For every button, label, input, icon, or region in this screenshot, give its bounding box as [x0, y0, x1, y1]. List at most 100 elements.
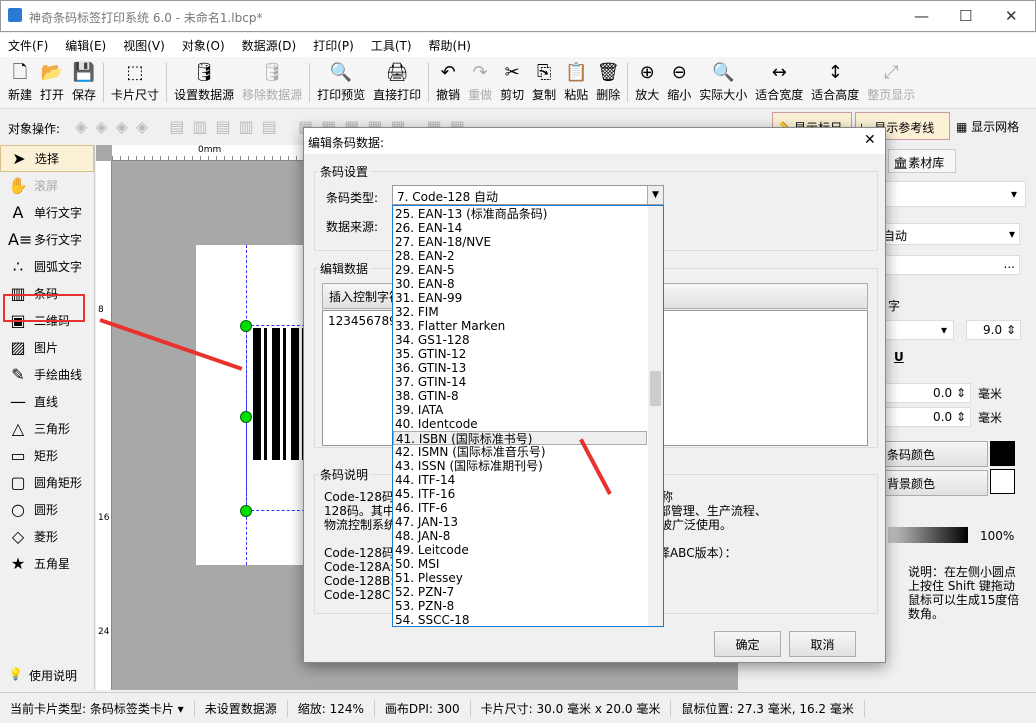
tool-item[interactable]: ▭矩形 — [0, 442, 94, 469]
dropdown-option[interactable]: 52. PZN-7 — [393, 585, 647, 599]
toolbar-button[interactable]: ⤢整页显示 — [863, 57, 919, 109]
toolbar-button[interactable]: ↷重做 — [464, 57, 496, 109]
background-color-swatch[interactable] — [990, 469, 1015, 494]
scrollbar-thumb[interactable] — [650, 371, 661, 406]
opacity-slider[interactable] — [888, 527, 968, 543]
toolbar-button[interactable]: 🔍实际大小 — [695, 57, 751, 109]
ok-button[interactable]: 确定 — [714, 631, 781, 657]
toolbar-button[interactable]: ↶撤销 — [432, 57, 464, 109]
close-button[interactable]: ✕ — [1005, 7, 1018, 25]
tab-material-library[interactable]: 🏛素材库 — [888, 149, 956, 173]
dropdown-option[interactable]: 40. Identcode — [393, 417, 647, 431]
toolbar-button[interactable]: 🛢设置数据源 — [170, 57, 238, 109]
tool-item[interactable]: ∴圆弧文字 — [0, 253, 94, 280]
underline-button[interactable]: U — [894, 350, 904, 364]
menu-item[interactable]: 文件(F) — [8, 37, 48, 54]
dropdown-option[interactable]: 48. JAN-8 — [393, 529, 647, 543]
barcode-color-swatch[interactable] — [990, 441, 1015, 466]
toolbar-button[interactable]: 🖨直接打印 — [369, 57, 425, 109]
background-color-button[interactable]: 背景颜色 — [878, 470, 988, 496]
card-type-select[interactable]: 当前卡片类型: 条码标签类卡片 ▾ — [0, 700, 195, 717]
tool-item[interactable]: △三角形 — [0, 415, 94, 442]
dropdown-option[interactable]: 51. Plessey — [393, 571, 647, 585]
y-offset-spinner[interactable]: 0.0 ⇕ — [878, 407, 971, 427]
dropdown-option[interactable]: 46. ITF-6 — [393, 501, 647, 515]
minimize-button[interactable]: — — [914, 7, 929, 25]
toolbar-button[interactable]: 🔍打印预览 — [313, 57, 369, 109]
toolbar-button[interactable]: ⬚卡片尺寸 — [107, 57, 163, 109]
dropdown-option[interactable]: 26. EAN-14 — [393, 221, 647, 235]
maximize-button[interactable]: ☐ — [959, 7, 972, 25]
toolbar-button[interactable]: 💾保存 — [68, 57, 100, 109]
dropdown-option[interactable]: 36. GTIN-13 — [393, 361, 647, 375]
barcode-type-select[interactable]: 7. Code-128 自动▼ — [392, 185, 664, 205]
menu-item[interactable]: 帮助(H) — [429, 37, 471, 54]
dropdown-option[interactable]: 49. Leitcode — [393, 543, 647, 557]
tool-item[interactable]: ▨图片 — [0, 334, 94, 361]
toolbar-button[interactable]: 🗋新建 — [4, 57, 36, 109]
toolbar-button[interactable]: ↕适合高度 — [807, 57, 863, 109]
dropdown-option[interactable]: 41. ISBN (国际标准书号) — [393, 431, 647, 445]
dialog-close-button[interactable]: ✕ — [864, 132, 876, 148]
tool-item[interactable]: A≡多行文字 — [0, 226, 94, 253]
toolbar-button[interactable]: ↔适合宽度 — [751, 57, 807, 109]
tool-item[interactable]: ✋滚屏 — [0, 172, 94, 199]
resize-handle[interactable] — [240, 411, 252, 423]
x-offset-spinner[interactable]: 0.0 ⇕ — [878, 383, 971, 403]
toolbar-button[interactable]: 📂打开 — [36, 57, 68, 109]
menu-item[interactable]: 对象(O) — [182, 37, 225, 54]
menu-item[interactable]: 数据源(D) — [242, 37, 297, 54]
dropdown-option[interactable]: 37. GTIN-14 — [393, 375, 647, 389]
tool-item[interactable]: A单行文字 — [0, 199, 94, 226]
dropdown-option[interactable]: 28. EAN-2 — [393, 249, 647, 263]
menu-item[interactable]: 打印(P) — [313, 37, 354, 54]
dropdown-option[interactable]: 34. GS1-128 — [393, 333, 647, 347]
object-select[interactable]: ▾ — [878, 181, 1026, 207]
toolbar-button[interactable]: ⎘复制 — [528, 57, 560, 109]
barcode-type-select[interactable]: 自动▾ — [878, 223, 1020, 245]
dropdown-option[interactable]: 54. SSCC-18 — [393, 613, 647, 627]
toolbar-button[interactable]: 📋粘贴 — [560, 57, 592, 109]
toolbar-button[interactable]: ✂剪切 — [496, 57, 528, 109]
toolbar-button[interactable]: 🛢移除数据源 — [238, 57, 306, 109]
dropdown-option[interactable]: 44. ITF-14 — [393, 473, 647, 487]
font-select[interactable]: ▾ — [878, 320, 954, 340]
toolbar-button[interactable]: 🗑删除 — [592, 57, 624, 109]
dropdown-option[interactable]: 32. FIM — [393, 305, 647, 319]
dropdown-option[interactable]: 39. IATA — [393, 403, 647, 417]
resize-handle[interactable] — [240, 505, 252, 517]
toolbar-button[interactable]: ⊕放大 — [631, 57, 663, 109]
dropdown-option[interactable]: 33. Flatter Marken — [393, 319, 647, 333]
dropdown-option[interactable]: 47. JAN-13 — [393, 515, 647, 529]
dropdown-option[interactable]: 43. ISSN (国际标准期刊号) — [393, 459, 647, 473]
dropdown-option[interactable]: 30. EAN-8 — [393, 277, 647, 291]
dropdown-option[interactable]: 42. ISMN (国际标准音乐号) — [393, 445, 647, 459]
font-size-spinner[interactable]: 9.0 ⇕ — [966, 320, 1021, 340]
tool-item[interactable]: ◇菱形 — [0, 523, 94, 550]
dropdown-option[interactable]: 25. EAN-13 (标准商品条码) — [393, 207, 647, 221]
chevron-down-icon[interactable]: ▼ — [647, 186, 663, 204]
menu-item[interactable]: 编辑(E) — [65, 37, 106, 54]
cancel-button[interactable]: 取消 — [789, 631, 856, 657]
barcode-color-button[interactable]: 条码颜色 — [878, 441, 988, 467]
barcode-type-dropdown-list[interactable]: 25. EAN-13 (标准商品条码)26. EAN-1427. EAN-18/… — [392, 205, 664, 627]
tool-item[interactable]: ★五角星 — [0, 550, 94, 577]
show-grid-toggle[interactable]: ▦ 显示网格 — [956, 118, 1019, 135]
dropdown-option[interactable]: 53. PZN-8 — [393, 599, 647, 613]
help-button[interactable]: 💡使用说明 — [8, 667, 77, 684]
menu-item[interactable]: 工具(T) — [371, 37, 412, 54]
tool-item[interactable]: —直线 — [0, 388, 94, 415]
dropdown-option[interactable]: 31. EAN-99 — [393, 291, 647, 305]
dropdown-option[interactable]: 38. GTIN-8 — [393, 389, 647, 403]
resize-handle[interactable] — [240, 320, 252, 332]
dropdown-option[interactable]: 50. MSI — [393, 557, 647, 571]
dropdown-option[interactable]: 27. EAN-18/NVE — [393, 235, 647, 249]
menu-item[interactable]: 视图(V) — [123, 37, 165, 54]
tool-item[interactable]: ○圆形 — [0, 496, 94, 523]
tool-item[interactable]: ▢圆角矩形 — [0, 469, 94, 496]
toolbar-button[interactable]: ⊖缩小 — [663, 57, 695, 109]
data-source-button[interactable]: ... — [878, 255, 1020, 275]
tool-item[interactable]: ➤选择 — [0, 145, 94, 172]
dropdown-scrollbar[interactable] — [648, 206, 663, 626]
tool-item[interactable]: ✎手绘曲线 — [0, 361, 94, 388]
